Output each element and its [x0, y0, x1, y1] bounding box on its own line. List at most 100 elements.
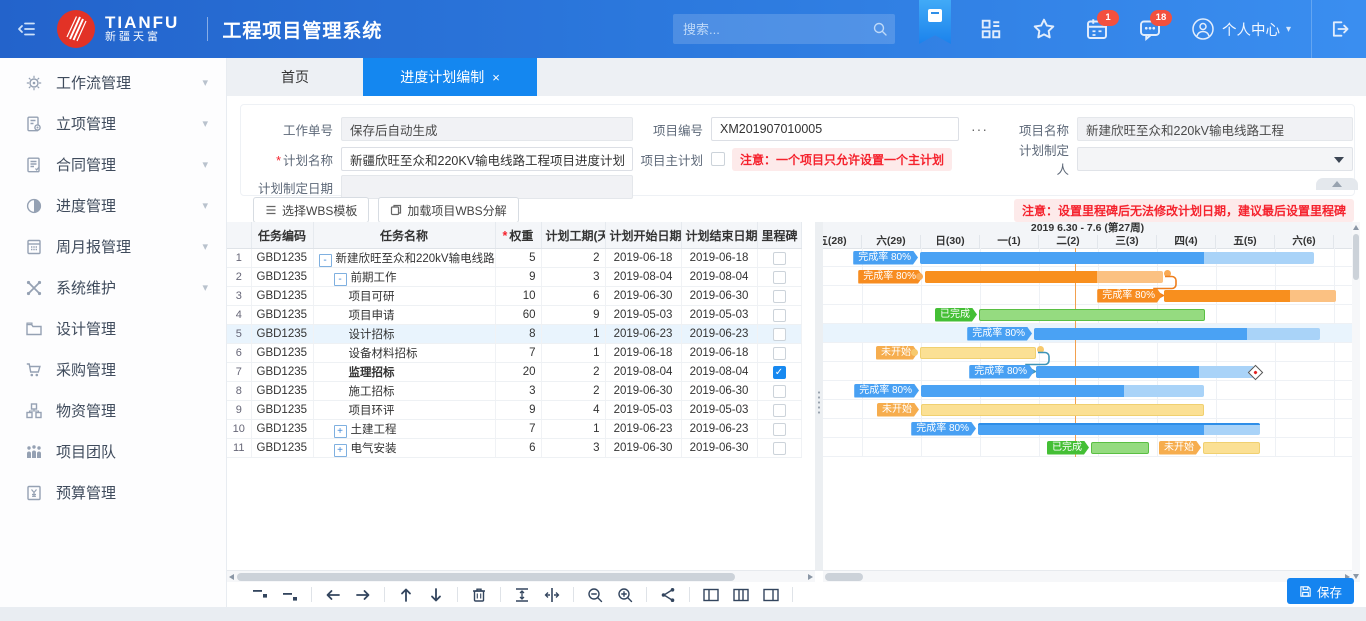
gantt-bar[interactable] — [1203, 442, 1260, 454]
milestone-checkbox[interactable] — [773, 423, 786, 436]
column-header[interactable]: 计划工期(天) — [541, 222, 605, 249]
move-up-icon[interactable] — [397, 586, 415, 604]
search-input[interactable] — [673, 22, 895, 37]
table-row[interactable]: 1GBD1235-新建欣旺至众和220kV输电线路工程522019-06-182… — [227, 249, 801, 268]
messages-icon[interactable]: 18 — [1138, 17, 1162, 41]
bookmark-icon[interactable] — [919, 0, 951, 44]
table-row[interactable]: 10GBD1235+土建工程712019-06-232019-06-23 — [227, 420, 801, 439]
column-header[interactable]: 计划结束日期 — [681, 222, 757, 249]
gantt-bar[interactable] — [921, 404, 1204, 416]
sidebar-item-2[interactable]: 立项管理▾ — [0, 103, 226, 144]
tree-collapse-icon[interactable]: - — [319, 254, 332, 267]
sidebar-item-8[interactable]: 采购管理 — [0, 349, 226, 390]
zoom-out-icon[interactable] — [586, 586, 604, 604]
tab-close-icon[interactable]: × — [492, 70, 500, 85]
table-row[interactable]: 3GBD1235项目可研1062019-06-302019-06-30 — [227, 287, 801, 306]
table-row[interactable]: 7GBD1235监理招标2022019-08-042019-08-04✓ — [227, 363, 801, 382]
milestone-checkbox[interactable] — [773, 328, 786, 341]
save-button[interactable]: 保存 — [1287, 578, 1354, 604]
milestone-checkbox[interactable] — [773, 271, 786, 284]
collapse-rows-icon[interactable] — [513, 586, 531, 604]
select-wbs-template-button[interactable]: 选择WBS模板 — [253, 197, 369, 223]
table-row[interactable]: 2GBD1235-前期工作932019-08-042019-08-04 — [227, 268, 801, 287]
milestone-checkbox[interactable] — [773, 385, 786, 398]
plan-date-field[interactable] — [341, 175, 633, 199]
calendar-icon[interactable]: 1 — [1085, 17, 1109, 41]
expand-rows-icon[interactable] — [543, 586, 561, 604]
gantt-bar[interactable] — [920, 347, 1036, 359]
favorites-star-icon[interactable] — [1032, 17, 1056, 41]
gantt-bar[interactable] — [1036, 366, 1254, 378]
table-row[interactable]: 9GBD1235项目环评942019-05-032019-05-03 — [227, 401, 801, 420]
layout-middle-icon[interactable] — [732, 586, 750, 604]
gantt-bar[interactable] — [979, 309, 1205, 321]
milestone-checkbox[interactable] — [773, 252, 786, 265]
plan-name-field[interactable] — [341, 147, 633, 171]
sidebar-item-7[interactable]: 设计管理 — [0, 308, 226, 349]
plan-maker-select[interactable] — [1077, 147, 1353, 171]
work-order-field[interactable] — [341, 117, 633, 141]
milestone-checkbox[interactable] — [773, 404, 786, 417]
tab-首页[interactable]: 首页 — [227, 58, 363, 96]
load-project-wbs-button[interactable]: 加载项目WBS分解 — [378, 197, 518, 223]
table-row[interactable]: 5GBD1235设计招标812019-06-232019-06-23 — [227, 325, 801, 344]
sidebar-item-11[interactable]: 预算管理 — [0, 472, 226, 513]
table-row[interactable]: 4GBD1235项目申请6092019-05-032019-05-03 — [227, 306, 801, 325]
scroll-up-icon[interactable] — [1353, 225, 1359, 230]
project-name-field[interactable] — [1077, 117, 1353, 141]
sidebar-item-3[interactable]: 合同管理▾ — [0, 144, 226, 185]
delete-icon[interactable] — [470, 586, 488, 604]
gantt-bar[interactable] — [1034, 328, 1320, 340]
tab-进度计划编制[interactable]: 进度计划编制× — [363, 58, 537, 96]
column-header[interactable]: 计划开始日期 — [605, 222, 681, 249]
master-plan-checkbox[interactable] — [711, 152, 725, 166]
sidebar-collapse-icon[interactable] — [14, 16, 40, 42]
search-icon[interactable] — [872, 21, 888, 37]
gantt-bar[interactable] — [921, 385, 1204, 397]
scroll-right-icon[interactable] — [808, 574, 813, 580]
scroll-left-icon[interactable] — [229, 574, 234, 580]
milestone-checkbox[interactable] — [773, 442, 786, 455]
baseline-start-icon[interactable] — [251, 586, 269, 604]
links-icon[interactable] — [659, 586, 677, 604]
milestone-checkbox[interactable] — [773, 347, 786, 360]
tree-expand-icon[interactable]: + — [334, 425, 347, 438]
baseline-end-icon[interactable] — [281, 586, 299, 604]
pane-splitter[interactable] — [815, 222, 823, 570]
gantt-bar[interactable] — [1164, 290, 1336, 302]
apps-grid-icon[interactable] — [979, 17, 1003, 41]
project-code-more-button[interactable]: ··· — [965, 118, 987, 140]
layout-right-icon[interactable] — [762, 586, 780, 604]
logout-icon[interactable] — [1312, 18, 1366, 40]
layout-left-icon[interactable] — [702, 586, 720, 604]
gantt-vscrollbar[interactable] — [1352, 222, 1360, 582]
milestone-checkbox[interactable]: ✓ — [773, 366, 786, 379]
table-row[interactable]: 8GBD1235施工招标322019-06-302019-06-30 — [227, 382, 801, 401]
gantt-bar[interactable] — [920, 252, 1314, 264]
zoom-in-icon[interactable] — [616, 586, 634, 604]
gantt-bar[interactable] — [925, 271, 1163, 283]
sidebar-item-10[interactable]: 项目团队 — [0, 431, 226, 472]
user-menu[interactable]: 个人中心 ▾ — [1191, 17, 1291, 41]
move-right-icon[interactable] — [354, 586, 372, 604]
column-header[interactable]: *权重 — [495, 222, 541, 249]
sidebar-item-5[interactable]: 周月报管理▾ — [0, 226, 226, 267]
milestone-checkbox[interactable] — [773, 309, 786, 322]
sidebar-item-9[interactable]: 物资管理 — [0, 390, 226, 431]
sidebar-item-6[interactable]: 系统维护▾ — [0, 267, 226, 308]
project-code-field[interactable] — [711, 117, 959, 141]
column-header[interactable]: 任务编码 — [251, 222, 313, 249]
move-left-icon[interactable] — [324, 586, 342, 604]
milestone-checkbox[interactable] — [773, 290, 786, 303]
sidebar-item-4[interactable]: 进度管理▾ — [0, 185, 226, 226]
tree-expand-icon[interactable]: + — [334, 444, 347, 457]
table-row[interactable]: 11GBD1235+电气安装632019-06-302019-06-30 — [227, 439, 801, 458]
gantt-bar[interactable] — [978, 423, 1260, 435]
table-row[interactable]: 6GBD1235设备材料招标712019-06-182019-06-18 — [227, 344, 801, 363]
move-down-icon[interactable] — [427, 586, 445, 604]
tree-collapse-icon[interactable]: - — [334, 273, 347, 286]
sidebar-item-1[interactable]: 工作流管理▾ — [0, 62, 226, 103]
gantt-bar[interactable] — [1091, 442, 1149, 454]
column-header[interactable]: 里程碑 — [757, 222, 801, 249]
form-collapse-handle[interactable] — [1316, 178, 1358, 190]
